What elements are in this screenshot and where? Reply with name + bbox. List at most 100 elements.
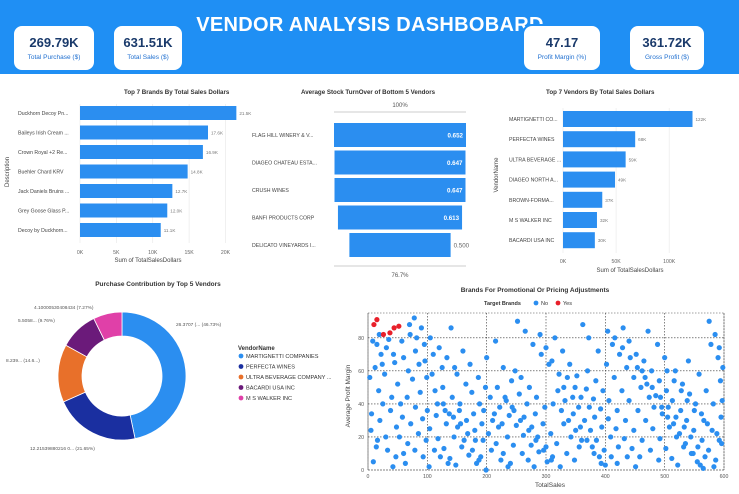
scatter-point-no [720, 364, 726, 371]
scatter-point-no [581, 417, 588, 424]
scatter-point-no [367, 374, 373, 381]
scatter-point-no [525, 457, 531, 463]
scatter-y-tick: 60 [358, 369, 364, 375]
scatter-point-no [595, 348, 601, 354]
scatter-point-no [634, 364, 640, 371]
scatter-point-no [533, 394, 540, 400]
scatter-point-no [579, 437, 585, 443]
scatter-point-no [393, 454, 399, 460]
scatter-point-no [504, 434, 511, 440]
scatter-point-no [431, 447, 438, 453]
scatter-point-no [445, 460, 451, 466]
scatter-point-no [510, 442, 516, 448]
scatter-point-no [649, 384, 655, 390]
scatter-point-no [578, 394, 584, 400]
scatter-point-no [423, 437, 429, 443]
vendors-x-tick: 100K [663, 259, 676, 265]
brands-bar [80, 164, 188, 179]
scatter-point-no [719, 397, 725, 404]
scatter-point-no [614, 460, 620, 466]
scatter-point-no [461, 437, 467, 443]
vendors-category-label: DIAGEO NORTH A... [509, 178, 558, 184]
scatter-point-no [526, 384, 532, 390]
scatter-point-no [469, 389, 475, 395]
scatter-point-no [608, 454, 614, 460]
scatter-point-no [456, 407, 462, 414]
scatter-point-no [514, 318, 521, 324]
brands-category-label: Decoy by Duckhorn... [18, 228, 68, 234]
scatter-point-no [493, 440, 499, 447]
scatter-point-no [414, 335, 420, 341]
scatter-point-no [384, 447, 391, 453]
scatter-point-no [500, 364, 506, 371]
brands-data-label: 14.8K [191, 170, 204, 175]
scatter-point-no [666, 424, 673, 430]
scatter-point-no [695, 444, 701, 450]
scatter-point-no [587, 427, 594, 433]
donut-legend-marker [238, 395, 244, 401]
scatter-point-no [374, 341, 380, 347]
scatter-point-no [584, 437, 590, 443]
scatter-point-no [608, 434, 614, 440]
scatter-point-no [706, 318, 712, 324]
scatter-point-no [516, 391, 522, 397]
scatter-point-no [497, 404, 503, 410]
scatter-point-no [701, 417, 707, 424]
scatter-point-no [509, 404, 515, 410]
donut-data-label: 5.5058... (9.76%) [18, 318, 55, 324]
scatter-point-no [586, 404, 592, 410]
scatter-point-no [494, 384, 500, 390]
scatter-point-no [561, 421, 567, 427]
scatter-point-no [519, 450, 525, 457]
funnel-bar [334, 178, 466, 202]
scatter-point-no [390, 351, 397, 357]
scatter-point-no [600, 388, 606, 394]
scatter-point-no [415, 431, 422, 437]
scatter-point-no [642, 374, 648, 381]
scatter-point-no [401, 355, 407, 361]
scatter-point-no [482, 384, 489, 390]
brands-bar [80, 184, 173, 198]
scatter-point-no [526, 427, 532, 433]
scatter-point-no [573, 427, 579, 433]
brands-chart-xlabel: Sum of TotalSalesDollars [115, 258, 182, 264]
brands-data-label: 17.6K [211, 131, 224, 136]
funnel-category-label: FLAG HILL WINERY & V... [252, 133, 313, 139]
scatter-point-no [606, 397, 612, 404]
scatter-point-no [531, 464, 537, 470]
scatter-point-no [624, 364, 630, 371]
scatter-point-no [599, 424, 605, 430]
scatter-point-no [571, 457, 578, 463]
scatter-legend-yes-dot [555, 300, 561, 306]
brands-data-label: 21.5K [239, 111, 252, 116]
scatter-point-no [577, 424, 584, 430]
scatter-y-tick: 80 [358, 336, 364, 342]
scatter-point-no [705, 447, 712, 453]
scatter-x-tick: 0 [367, 474, 370, 480]
scatter-point-no [574, 373, 580, 379]
scatter-point-no [424, 407, 430, 414]
vendors-x-tick: 0K [560, 259, 567, 265]
scatter-point-no [382, 371, 388, 377]
scatter-point-no [454, 424, 461, 430]
scatter-point-no [498, 457, 504, 463]
funnel-category-label: BANFI PRODUCTS CORP [252, 216, 315, 222]
brands-chart-ylabel: Description [5, 157, 11, 187]
scatter-point-no [533, 437, 539, 443]
funnel-bar [334, 150, 466, 175]
brands-bar [80, 125, 208, 140]
scatter-point-no [392, 359, 398, 366]
scatter-point-no [593, 437, 600, 443]
scatter-point-no [651, 404, 657, 410]
brands-category-label: Grey Goose Glass P... [18, 209, 69, 215]
scatter-point-no [664, 368, 670, 374]
scatter-point-no [484, 355, 490, 361]
scatter-point-no [454, 371, 460, 377]
vendors-data-label: 37K [605, 198, 614, 203]
scatter-point-no [465, 431, 471, 437]
scatter-point-no [665, 404, 671, 410]
scatter-point-no [691, 407, 697, 414]
scatter-point-no [583, 386, 589, 392]
scatter-point-no [562, 397, 568, 404]
scatter-point-no [406, 321, 413, 328]
